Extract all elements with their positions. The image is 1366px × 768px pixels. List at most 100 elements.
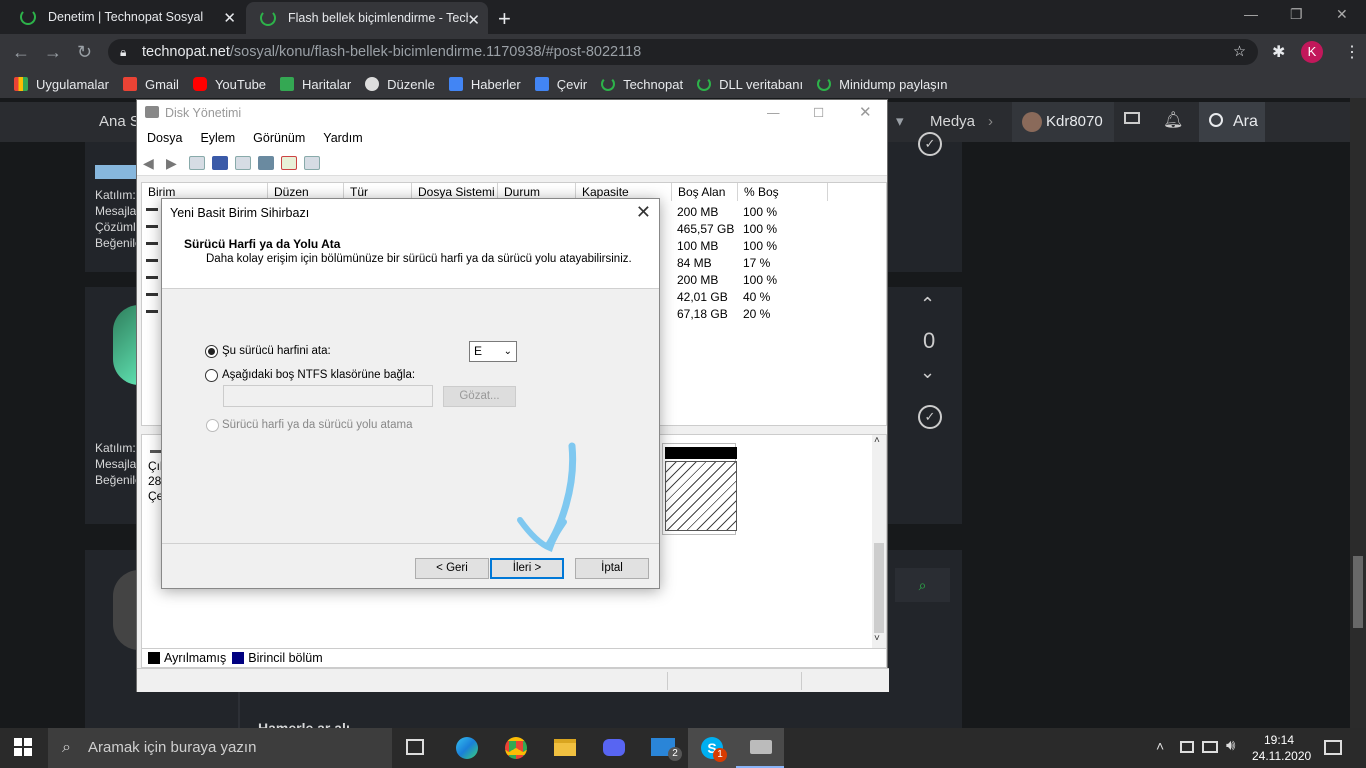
taskbar-search[interactable]: ⌕ Aramak için buraya yazın [48, 728, 392, 768]
bookmark-duzenle[interactable]: Düzenle [365, 77, 435, 92]
table-cell: 100 % [743, 273, 778, 287]
col-percent-free[interactable]: % Boş [738, 183, 828, 201]
tab-close-icon[interactable]: ✕ [223, 9, 236, 27]
address-bar[interactable]: 🔒︎ technopat.net/sosyal/konu/flash-belle… [108, 39, 1258, 65]
check-circle-icon[interactable]: ✓ [918, 132, 942, 156]
drive-letter-select[interactable]: E ⌄ [469, 341, 517, 362]
window-titlebar: Disk Yönetimi — ☐ ✕ [137, 100, 887, 126]
extensions-icon[interactable]: ✱ [1272, 42, 1285, 62]
downvote-icon[interactable]: ⌄ [920, 362, 935, 383]
menu-icon[interactable]: ⋮ [1344, 42, 1360, 62]
file-explorer-icon[interactable] [554, 739, 576, 756]
connect-icon[interactable] [258, 155, 274, 170]
chrome-icon[interactable] [505, 737, 527, 759]
table-cell: 17 % [743, 256, 771, 270]
back-button[interactable]: < Geri [415, 558, 489, 579]
unallocated-partition[interactable] [662, 443, 737, 535]
back-icon[interactable]: ← [12, 42, 30, 63]
task-view-icon[interactable] [406, 739, 424, 755]
checklist-icon[interactable] [281, 155, 297, 170]
forward-icon[interactable]: → [44, 42, 62, 63]
search-label: Ara [1233, 113, 1258, 130]
back-icon[interactable]: ◀ [143, 156, 159, 170]
bookmark-youtube[interactable]: YouTube [192, 76, 267, 92]
bookmark-gmail[interactable]: Gmail [122, 76, 179, 92]
vote-count: 0 [923, 328, 936, 353]
browse-button[interactable]: Gözat... [443, 386, 516, 407]
preview-icon[interactable]: ⌕ [895, 568, 950, 602]
profile-avatar[interactable]: K [1301, 41, 1323, 63]
tab-flash-bellek[interactable]: Flash bellek biçimlendirme - Tech ✕ [246, 2, 488, 34]
menu-file[interactable]: Dosya [147, 131, 182, 145]
windows-start-icon[interactable] [14, 738, 32, 756]
site-nav-home[interactable]: Ana S [99, 102, 140, 142]
battery-icon[interactable] [1180, 741, 1194, 753]
close-window-icon[interactable]: ✕ [1336, 6, 1348, 23]
graph-scrollbar[interactable]: ˄ ˅ [872, 435, 886, 653]
table-cell: 200 MB [677, 205, 719, 219]
bell-icon[interactable]: 🔔︎ [1163, 110, 1183, 130]
close-icon[interactable]: ✕ [636, 202, 651, 223]
volume-icon[interactable]: 🔊︎ [1226, 737, 1235, 754]
table-cell: 67,18 GB [677, 307, 728, 321]
cancel-button[interactable]: İptal [575, 558, 649, 579]
page-scrollbar[interactable] [1350, 98, 1366, 728]
bookmark-label: YouTube [214, 76, 267, 92]
minimize-icon[interactable]: — [1244, 6, 1258, 22]
bookmark-label: Gmail [144, 76, 179, 92]
restore-icon[interactable]: ❐ [1290, 6, 1303, 23]
network-icon[interactable] [1202, 741, 1218, 753]
news-icon [448, 77, 463, 91]
bookmark-apps[interactable]: Uygulamalar [14, 77, 109, 92]
help-icon[interactable] [212, 155, 228, 170]
user-menu[interactable]: Kdr8070 [1012, 102, 1114, 142]
bookmark-cevir[interactable]: Çevir [534, 77, 587, 92]
scrollbar-thumb[interactable] [1353, 556, 1363, 628]
scrollbar-thumb[interactable] [874, 543, 884, 633]
next-button[interactable]: İleri > [490, 558, 564, 579]
discord-icon[interactable] [603, 739, 625, 756]
bookmark-star-icon[interactable]: ☆ [1233, 39, 1246, 65]
annotation-arrow [517, 442, 577, 552]
avatar [1022, 112, 1042, 132]
scroll-up-icon[interactable]: ˄ [874, 435, 880, 446]
settings-icon[interactable] [304, 155, 320, 170]
new-tab-icon[interactable]: + [498, 6, 511, 32]
upvote-icon[interactable]: ⌃ [920, 294, 935, 315]
folder-path-input[interactable] [223, 385, 433, 407]
bookmark-maps[interactable]: Haritalar [280, 77, 351, 92]
search-button[interactable]: Ara [1199, 102, 1265, 142]
forward-icon[interactable]: ▶ [166, 156, 182, 170]
minimize-icon[interactable]: — [767, 100, 780, 126]
inbox-icon[interactable] [1124, 112, 1140, 124]
menu-view[interactable]: Görünüm [253, 131, 305, 145]
status-bar [137, 668, 889, 692]
maximize-icon[interactable]: ☐ [813, 100, 824, 126]
edge-icon[interactable] [456, 737, 478, 759]
tab-close-icon[interactable]: ✕ [467, 11, 480, 29]
assign-letter-radio[interactable] [205, 345, 218, 358]
notifications-icon[interactable] [1324, 740, 1342, 755]
mount-folder-radio[interactable] [205, 369, 218, 382]
col-free-space[interactable]: Boş Alan [672, 183, 738, 201]
stat-label: Katılım: [95, 188, 136, 202]
table-cell: 42,01 GB [677, 290, 728, 304]
url-domain: technopat.net [142, 44, 230, 60]
check-circle-icon[interactable]: ✓ [918, 405, 942, 429]
bookmark-minidump[interactable]: Minidump paylaşın [817, 77, 948, 92]
reload-icon[interactable]: ↻ [77, 42, 92, 63]
menu-help[interactable]: Yardım [323, 131, 362, 145]
console-tree-icon[interactable] [189, 155, 205, 170]
tab-denetim[interactable]: Denetim | Technopat Sosyal ✕ [6, 0, 244, 34]
no-letter-radio[interactable] [206, 419, 219, 432]
bookmark-label: Haritalar [302, 76, 352, 92]
properties-icon[interactable] [235, 155, 251, 170]
chevron-up-icon[interactable]: ˄ [1156, 738, 1164, 754]
clock[interactable]: 19:14 24.11.2020 [1252, 732, 1311, 764]
bookmark-dll[interactable]: DLL veritabanı [697, 77, 803, 92]
bookmark-haberler[interactable]: Haberler [448, 77, 521, 92]
bookmark-technopat[interactable]: Technopat [601, 77, 683, 92]
menu-action[interactable]: Eylem [200, 131, 235, 145]
scroll-down-icon[interactable]: ˅ [874, 633, 880, 644]
close-icon[interactable]: ✕ [859, 100, 872, 126]
